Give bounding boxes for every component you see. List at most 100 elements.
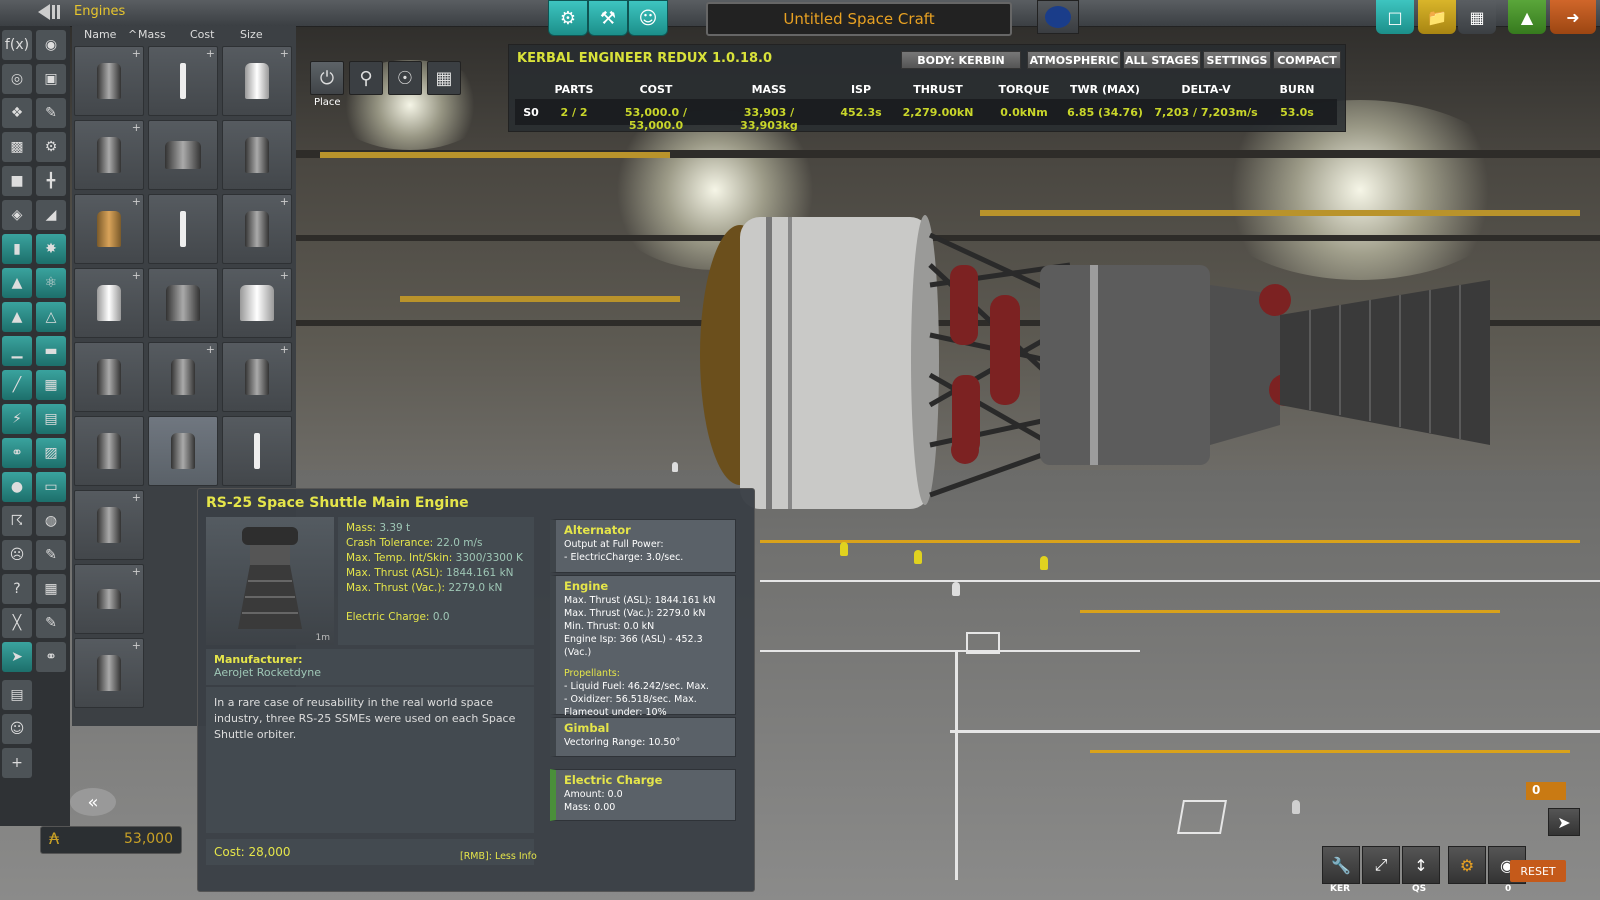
category-filter-command[interactable]: ❖ — [2, 98, 32, 128]
category-filter-radio[interactable]: ⚭ — [36, 642, 66, 672]
part-tile[interactable] — [148, 194, 218, 264]
part-tile[interactable] — [74, 342, 144, 412]
engine-icon: ▩ — [10, 139, 24, 155]
offset-tool-button[interactable]: ⚲ — [349, 61, 383, 95]
ker-body-button[interactable]: BODY: KERBIN — [901, 51, 1021, 69]
aero-icon: ◈ — [11, 207, 23, 223]
category-filter-ground[interactable]: ✸ — [36, 234, 66, 264]
category-filter-buildings[interactable]: ▤ — [2, 680, 32, 710]
part-tile[interactable]: + — [74, 490, 144, 560]
category-filter-subassembly[interactable]: ╳ — [2, 608, 32, 638]
ker-toggle-button[interactable]: 🔧 — [1322, 846, 1360, 884]
category-filter-tanks[interactable]: ◎ — [2, 64, 32, 94]
rotate-tool-button[interactable]: ☉ — [388, 61, 422, 95]
reset-button[interactable]: RESET — [1510, 860, 1566, 882]
category-filter-ships[interactable]: ➤ — [2, 642, 32, 672]
sort-by-mass[interactable]: Mass — [138, 28, 166, 41]
editor-mode-button[interactable]: ⚙ — [548, 0, 588, 36]
category-filter-truss[interactable]: ▦ — [36, 370, 66, 400]
engine-ring — [766, 217, 772, 509]
sort-by-cost[interactable]: Cost — [190, 28, 214, 41]
save-craft-button[interactable]: ▦ — [1458, 0, 1496, 34]
category-filter-rcs2[interactable]: ◍ — [36, 506, 66, 536]
part-tile[interactable]: + — [74, 268, 144, 338]
category-filter-payload[interactable]: ▭ — [36, 472, 66, 502]
category-filter-pods[interactable]: ◉ — [36, 30, 66, 60]
load-craft-button[interactable]: 📁 — [1418, 0, 1456, 34]
module-line: Max. Thrust (Vac.): 2279.0 kN — [564, 608, 706, 619]
category-filter-solar[interactable]: ▦ — [36, 574, 66, 604]
part-tile[interactable]: + — [222, 268, 292, 338]
category-filter-docking[interactable]: ▨ — [36, 438, 66, 468]
category-filter-engines[interactable]: ▩ — [2, 132, 32, 162]
category-filter-thermal[interactable]: ▤ — [36, 404, 66, 434]
sort-indicator-icon: ^ — [128, 28, 138, 41]
part-tile[interactable] — [222, 416, 292, 486]
category-filter-structural[interactable]: ■ — [2, 166, 32, 196]
back-arrow-icon[interactable] — [36, 2, 66, 22]
sort-by-name[interactable]: Name — [84, 28, 116, 41]
launch-button[interactable]: ▲ — [1508, 0, 1546, 34]
category-filter-squad[interactable]: ☹ — [2, 540, 32, 570]
part-tile[interactable]: + — [74, 638, 144, 708]
category-filter-struts[interactable]: ╱ — [2, 370, 32, 400]
ker-compact-button[interactable]: COMPACT — [1273, 51, 1341, 69]
sort-by-size[interactable]: Size — [240, 28, 263, 41]
part-tile[interactable] — [222, 120, 292, 190]
part-tile[interactable]: + — [222, 342, 292, 412]
crew-button[interactable]: ☺ — [628, 0, 668, 36]
part-tile-selected[interactable] — [148, 416, 218, 486]
category-filter-wings[interactable]: ◢ — [36, 200, 66, 230]
part-tile[interactable]: + — [74, 564, 144, 634]
exit-icon: ➜ — [1566, 7, 1580, 27]
part-tile[interactable]: + — [222, 46, 292, 116]
category-filter-unknown[interactable]: ? — [2, 574, 32, 604]
quicksave-button[interactable]: ↕ — [1402, 846, 1440, 884]
part-tile[interactable]: + — [148, 46, 218, 116]
category-filter-fuel[interactable]: ▣ — [36, 64, 66, 94]
category-filter-control[interactable]: ⚙ — [36, 132, 66, 162]
new-craft-button[interactable]: □ — [1376, 0, 1414, 34]
part-tile[interactable]: + — [74, 194, 144, 264]
part-tile[interactable]: + — [74, 46, 144, 116]
add-category-button[interactable]: + — [2, 748, 32, 778]
engineer-settings-button[interactable]: ⚙ — [1448, 846, 1486, 884]
category-filter-launch[interactable]: ▲ — [2, 302, 32, 332]
category-filter-wheels[interactable]: ● — [2, 472, 32, 502]
ker-settings-button[interactable]: SETTINGS — [1203, 51, 1271, 69]
actions-button[interactable]: ⚒ — [588, 0, 628, 36]
part-tile[interactable] — [74, 416, 144, 486]
category-filter-tools[interactable]: ✎ — [36, 608, 66, 638]
symmetry-button[interactable]: ➤ — [1548, 808, 1580, 836]
place-tool-button[interactable]: ⏻ — [310, 61, 344, 95]
category-filter-aero2[interactable]: ▬ — [36, 336, 66, 366]
category-filter-coupling[interactable]: ╋ — [36, 166, 66, 196]
category-filter-lander[interactable]: △ — [36, 302, 66, 332]
exit-button[interactable]: ➜ — [1550, 0, 1596, 34]
ker-all-stages-button[interactable]: ALL STAGES — [1123, 51, 1201, 69]
part-tile[interactable]: + — [74, 120, 144, 190]
rs25-engine-model[interactable] — [690, 205, 1510, 525]
ker-atmospheric-button[interactable]: ATMOSPHERIC — [1027, 51, 1121, 69]
category-filter-communication[interactable]: ⚭ — [2, 438, 32, 468]
craft-name-field[interactable]: Untitled Space Craft — [706, 2, 1012, 36]
part-tile[interactable]: + — [222, 194, 292, 264]
category-filter-aero[interactable]: ◈ — [2, 200, 32, 230]
category-filter-robotics[interactable]: ☈ — [2, 506, 32, 536]
category-filter-utility[interactable]: ✎ — [36, 98, 66, 128]
resize-button[interactable]: ⤢ — [1362, 846, 1400, 884]
category-filter-wings2[interactable]: ▁ — [2, 336, 32, 366]
flag-button[interactable] — [1037, 0, 1079, 34]
part-tile[interactable]: + — [148, 342, 218, 412]
part-tile[interactable] — [148, 268, 218, 338]
category-filter-cargo[interactable]: ✎ — [36, 540, 66, 570]
category-filter-rcs[interactable]: ▲ — [2, 268, 32, 298]
category-filter-electrical[interactable]: ⚡ — [2, 404, 32, 434]
category-filter-function[interactable]: f(x) — [2, 30, 32, 60]
collapse-parts-button[interactable]: « — [70, 788, 116, 816]
part-tile[interactable] — [148, 120, 218, 190]
category-filter-science[interactable]: ⚛ — [36, 268, 66, 298]
root-tool-button[interactable]: ▦ — [427, 61, 461, 95]
category-filter-kerbal[interactable]: ☺ — [2, 714, 32, 744]
category-filter-fuel-tank[interactable]: ▮ — [2, 234, 32, 264]
